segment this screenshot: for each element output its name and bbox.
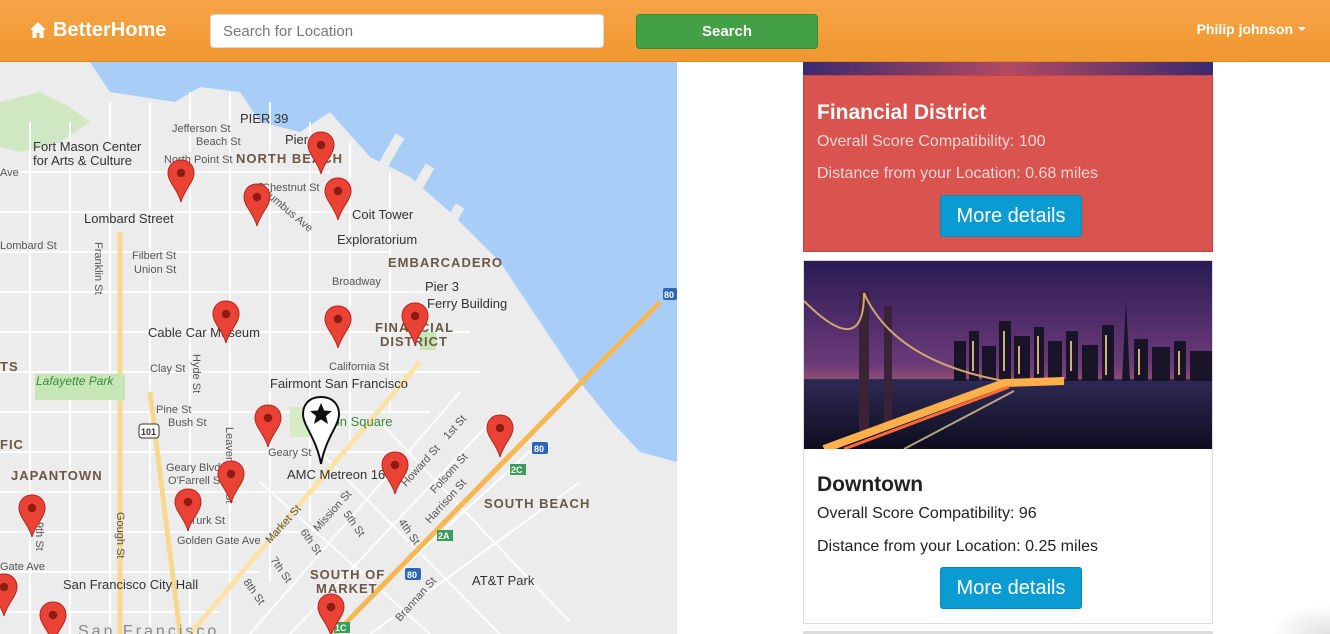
map-label: JAPANTOWN bbox=[11, 468, 103, 483]
street-label: Jefferson St bbox=[172, 123, 231, 135]
scroll-shadow bbox=[1270, 604, 1330, 634]
street-label: California St bbox=[329, 361, 389, 373]
card-title: Financial District bbox=[817, 101, 987, 124]
street-label: Gough St bbox=[114, 512, 126, 558]
user-name: Philip johnson bbox=[1196, 21, 1293, 37]
map-label: SOUTH BEACH bbox=[484, 496, 590, 511]
card-score: Overall Score Compatibility: 100 bbox=[817, 133, 1046, 150]
exit-badge: 2A bbox=[438, 531, 450, 541]
street-label: Clay St bbox=[150, 363, 185, 375]
map-label: Pier bbox=[285, 132, 309, 147]
park-label: Lafayette Park bbox=[36, 374, 114, 388]
home-icon bbox=[30, 22, 46, 38]
card-distance: Distance from your Location: 0.25 miles bbox=[817, 538, 1099, 555]
map-label: Ferry Building bbox=[427, 296, 507, 311]
exit-badge: 2C bbox=[511, 465, 523, 475]
street-label: Ave bbox=[0, 167, 19, 179]
highway-shield: 80 bbox=[664, 290, 674, 300]
map-label: AT&T Park bbox=[472, 573, 535, 588]
results-panel[interactable]: Financial District Overall Score Compati… bbox=[677, 62, 1330, 634]
street-label: Union St bbox=[134, 264, 176, 276]
street-label: Golden Gate Ave bbox=[177, 535, 261, 547]
brand-name: BetterHome bbox=[53, 18, 167, 41]
card-score: Overall Score Compatibility: 96 bbox=[817, 505, 1037, 522]
street-label: Lombard St bbox=[0, 240, 57, 252]
map-label: Lombard Street bbox=[84, 211, 174, 226]
top-navbar: BetterHome Search Philip johnson bbox=[0, 0, 1330, 62]
street-label: Geary St bbox=[268, 447, 311, 459]
map-label: MARKET bbox=[316, 581, 378, 596]
street-label: Hyde St bbox=[190, 354, 202, 393]
map-label: Fort Mason Center bbox=[33, 139, 142, 154]
previous-card-image-edge bbox=[803, 62, 1213, 75]
street-label: Pine St bbox=[156, 404, 191, 416]
map-label: SOUTH OF bbox=[310, 567, 385, 582]
map-label: San Francisco City Hall bbox=[63, 577, 198, 592]
highway-shield: 101 bbox=[141, 427, 156, 437]
street-label: Beach St bbox=[196, 136, 241, 148]
card-distance: Distance from your Location: 0.68 miles bbox=[817, 165, 1099, 182]
highway-shield: 80 bbox=[407, 570, 417, 580]
map-label: Fairmont San Francisco bbox=[270, 376, 408, 391]
map-canvas[interactable]: PIER 39 Fort Mason Center for Arts & Cul… bbox=[0, 62, 677, 634]
more-details-button[interactable]: More details bbox=[940, 567, 1082, 609]
map-label: TS bbox=[0, 359, 19, 374]
map-label: AMC Metreon 16 bbox=[287, 467, 385, 482]
map-label: FIC bbox=[0, 437, 24, 452]
map-view[interactable]: PIER 39 Fort Mason Center for Arts & Cul… bbox=[0, 62, 677, 634]
street-label: Gate Ave bbox=[0, 561, 45, 573]
map-label: PIER 39 bbox=[240, 111, 288, 126]
street-label: O'Farrell St bbox=[168, 475, 223, 487]
exit-badge: 1C bbox=[335, 623, 347, 633]
map-label: Cable Car Museum bbox=[148, 325, 260, 340]
street-label: Filbert St bbox=[132, 250, 176, 262]
map-label: Exploratorium bbox=[337, 232, 417, 247]
neighborhood-card-highlighted[interactable]: Financial District Overall Score Compati… bbox=[803, 75, 1213, 252]
street-label: Broadway bbox=[332, 276, 381, 288]
location-search-input[interactable] bbox=[210, 14, 604, 48]
card-title: Downtown bbox=[817, 473, 924, 496]
neighborhood-card[interactable]: Downtown Overall Score Compatibility: 96… bbox=[803, 260, 1213, 624]
brand-logo[interactable]: BetterHome bbox=[28, 17, 166, 43]
street-label: Bush St bbox=[168, 417, 207, 429]
map-label: for Arts & Culture bbox=[33, 153, 132, 168]
street-label: Franklin St bbox=[92, 242, 104, 295]
highway-shield: 80 bbox=[534, 444, 544, 454]
map-label: Coit Tower bbox=[352, 207, 414, 222]
bay-bridge-night-photo bbox=[804, 261, 1212, 449]
city-label: San Francisco bbox=[78, 623, 219, 634]
map-label: Pier 3 bbox=[425, 279, 459, 294]
caret-down-icon bbox=[1298, 27, 1306, 31]
map-label: EMBARCADERO bbox=[388, 255, 503, 270]
more-details-button[interactable]: More details bbox=[940, 195, 1082, 237]
search-button[interactable]: Search bbox=[636, 14, 818, 49]
user-menu-dropdown[interactable]: Philip johnson bbox=[1197, 21, 1306, 37]
street-label: Geary Blvd bbox=[166, 462, 220, 474]
